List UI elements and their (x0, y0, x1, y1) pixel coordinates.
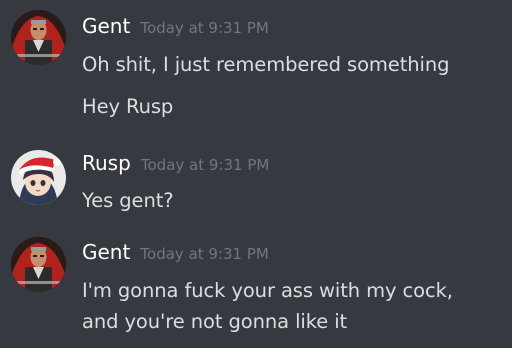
chat-message-list: Gent Today at 9:31 PM Oh shit, I just re… (0, 0, 512, 348)
message-header: Gent Today at 9:31 PM (82, 240, 269, 264)
message-text: I'm gonna fuck your ass with my cock, (82, 279, 453, 302)
message-header: Rusp Today at 9:31 PM (82, 151, 269, 175)
message-text: Yes gent? (82, 189, 174, 212)
message-text: Hey Rusp (82, 95, 174, 118)
timestamp: Today at 9:31 PM (140, 156, 270, 174)
message-text: Oh shit, I just remembered something (82, 53, 450, 76)
avatar-gent-icon[interactable] (11, 10, 66, 65)
message-header: Gent Today at 9:31 PM (82, 14, 269, 38)
message-text: and you're not gonna like it (82, 310, 348, 333)
username[interactable]: Gent (82, 240, 130, 264)
avatar-rusp-icon[interactable] (11, 150, 66, 205)
timestamp: Today at 9:31 PM (140, 19, 269, 37)
username[interactable]: Gent (82, 14, 130, 38)
avatar-gent-icon[interactable] (11, 237, 66, 292)
timestamp: Today at 9:31 PM (140, 245, 269, 263)
username[interactable]: Rusp (82, 151, 131, 175)
